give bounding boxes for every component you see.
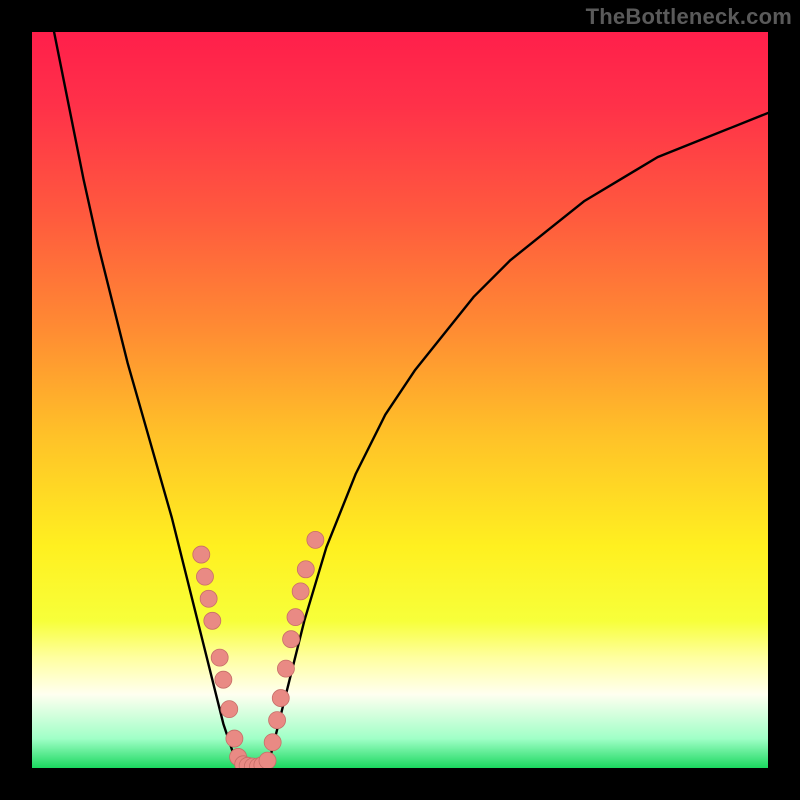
marker-dot bbox=[292, 583, 309, 600]
marker-dot bbox=[272, 690, 289, 707]
chart-stage: TheBottleneck.com bbox=[0, 0, 800, 800]
marker-dot bbox=[226, 730, 243, 747]
plot-area bbox=[32, 32, 768, 768]
marker-dot bbox=[277, 660, 294, 677]
marker-dot bbox=[287, 609, 304, 626]
marker-dot bbox=[221, 701, 238, 718]
marker-dot bbox=[269, 712, 286, 729]
marker-dot bbox=[193, 546, 210, 563]
attribution-label: TheBottleneck.com bbox=[586, 4, 792, 30]
marker-dot bbox=[211, 649, 228, 666]
marker-dot bbox=[283, 631, 300, 648]
marker-dot bbox=[307, 531, 324, 548]
highlight-markers bbox=[193, 531, 324, 768]
marker-dot bbox=[297, 561, 314, 578]
marker-dot bbox=[196, 568, 213, 585]
marker-dot bbox=[259, 752, 276, 768]
bottleneck-curve bbox=[54, 32, 768, 768]
marker-dot bbox=[215, 671, 232, 688]
marker-dot bbox=[264, 734, 281, 751]
marker-dot bbox=[204, 612, 221, 629]
curve-layer bbox=[32, 32, 768, 768]
marker-dot bbox=[200, 590, 217, 607]
